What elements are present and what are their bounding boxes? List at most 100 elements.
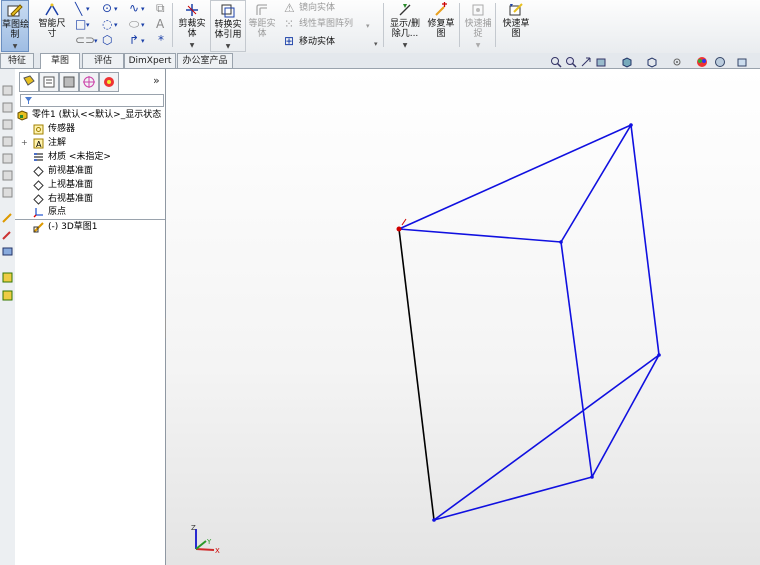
chevron-down-icon[interactable]: ▼ (2, 42, 28, 52)
line-icon[interactable]: ╲ (75, 3, 82, 15)
chevron-down-icon[interactable]: ▼ (176, 41, 208, 51)
sketch-line[interactable] (560, 241, 593, 478)
sketch-button[interactable]: 草图绘 制 ▼ (1, 0, 29, 52)
sketch-point[interactable] (629, 123, 633, 127)
dimxpert-manager-tab[interactable] (79, 72, 99, 92)
trim-entities-button[interactable]: 剪裁实 体 ▼ (176, 0, 208, 50)
ellipse-icon[interactable]: ⬭ (129, 18, 139, 30)
chevron-down-icon[interactable]: ▾ (114, 19, 118, 31)
move-entities-item[interactable]: 移动实体 (299, 37, 335, 48)
tree-item-right-plane[interactable]: 右视基准面 (48, 193, 93, 205)
point-icon[interactable]: * (158, 34, 164, 46)
display-manager-tab[interactable] (99, 72, 119, 92)
convert-entities-button[interactable]: 转换实 体引用 ▼ (210, 0, 246, 52)
tree-item-top-plane[interactable]: 上视基准面 (48, 179, 93, 191)
appearance-icon[interactable] (696, 56, 708, 68)
sketch-line[interactable] (591, 354, 660, 478)
chevron-down-icon[interactable]: ▾ (94, 35, 98, 47)
display-delete-relations-button[interactable]: 显示/删 除几... ▼ (386, 0, 424, 50)
tree-item-part[interactable]: 零件1 (默认<<默认>_显示状态 (32, 109, 161, 121)
plane-icon[interactable]: ⧉ (156, 2, 165, 14)
mirror-entities-item[interactable]: 镜向实体 (299, 3, 335, 14)
chevron-down-icon[interactable]: ▼ (211, 42, 245, 52)
edit-sketch-icon[interactable] (2, 212, 13, 223)
chevron-down-icon[interactable]: ▾ (374, 38, 378, 50)
rapid-sketch-button[interactable]: 快速草 图 (499, 0, 533, 50)
chevron-down-icon[interactable]: ▾ (141, 19, 145, 31)
block-icon[interactable] (2, 272, 13, 283)
section-view-icon[interactable] (595, 56, 607, 68)
sketch-tool-icon[interactable] (2, 170, 13, 181)
sketch-point[interactable] (590, 475, 594, 479)
circle-icon[interactable]: ⊙ (102, 2, 112, 14)
previous-view-icon[interactable] (580, 56, 592, 68)
tab-evaluate[interactable]: 评估 (82, 53, 124, 68)
smart-dimension-button[interactable]: 智能尺 寸 (35, 0, 69, 50)
sketch-point[interactable] (559, 240, 563, 244)
tree-item-origin[interactable]: 原点 (48, 206, 66, 218)
sketch-line[interactable] (630, 124, 660, 356)
repair-sketch-button[interactable]: 修复草 图 (425, 0, 457, 50)
fillet-icon[interactable]: ↱ (129, 34, 139, 46)
offset-entities-button[interactable]: 等距实 体 (246, 0, 278, 50)
linear-pattern-item[interactable]: 线性草图阵列 (299, 19, 353, 30)
zoom-to-fit-icon[interactable] (550, 56, 562, 68)
sketch-tool-icon[interactable] (2, 187, 13, 198)
polygon-icon[interactable]: ⬡ (102, 34, 112, 46)
arc-icon[interactable]: ◌ (102, 18, 112, 30)
sketch-tool-icon[interactable] (2, 102, 13, 113)
chevron-down-icon[interactable]: ▾ (86, 3, 90, 15)
zoom-area-icon[interactable] (565, 56, 577, 68)
view-orientation-icon[interactable] (621, 56, 633, 68)
tree-item-material[interactable]: 材质 <未指定> (48, 151, 111, 163)
property-manager-tab[interactable] (39, 72, 59, 92)
tab-office-products[interactable]: 办公室产品 (177, 53, 233, 68)
sketch-tool-icon[interactable] (2, 85, 13, 96)
repair-tool-icon[interactable] (2, 229, 13, 240)
sketch-line[interactable] (433, 476, 593, 521)
sketch-line[interactable] (398, 228, 562, 243)
chevron-down-icon[interactable]: ▾ (114, 3, 118, 15)
feature-manager-tab[interactable] (19, 72, 39, 92)
tab-dimxpert[interactable]: DimXpert (124, 53, 176, 68)
rollback-bar[interactable] (15, 219, 165, 220)
sketch-endpoint-origin[interactable] (396, 226, 402, 232)
sketch-tool-icon[interactable] (2, 136, 13, 147)
sketch-point[interactable] (657, 353, 661, 357)
tab-sketch[interactable]: 草图 (40, 53, 80, 69)
quick-snaps-button[interactable]: 快速捕 捉 ▼ (462, 0, 494, 50)
view-settings-icon[interactable] (736, 56, 748, 68)
block-icon[interactable] (2, 290, 13, 301)
display-style-icon[interactable] (646, 56, 658, 68)
chevron-down-icon[interactable]: ▾ (141, 35, 145, 47)
sketch-line[interactable] (433, 354, 660, 521)
chevron-down-icon[interactable]: ▼ (386, 41, 424, 51)
sketch-tool-icon[interactable] (2, 153, 13, 164)
tree-filter-input[interactable] (20, 94, 164, 107)
tree-item-3d-sketch[interactable]: (-) 3D草图1 (48, 221, 98, 233)
configuration-manager-tab[interactable] (59, 72, 79, 92)
spline-icon[interactable]: ∿ (129, 2, 139, 14)
chevron-down-icon[interactable]: ▼ (462, 41, 494, 51)
expand-icon[interactable]: + (21, 137, 28, 149)
tree-item-sensors[interactable]: 传感器 (48, 123, 75, 135)
tab-features[interactable]: 特征 (0, 53, 34, 68)
relations-tool-icon[interactable] (2, 246, 13, 257)
graphics-area[interactable]: Z X Y (166, 69, 760, 565)
scene-icon[interactable] (714, 56, 726, 68)
chevron-down-icon[interactable]: ▾ (366, 20, 370, 32)
tree-item-front-plane[interactable]: 前视基准面 (48, 165, 93, 177)
tree-item-annotations[interactable]: 注解 (48, 137, 66, 149)
chevron-down-icon[interactable]: ▾ (86, 19, 90, 31)
rectangle-icon[interactable]: □ (75, 18, 86, 30)
sketch-canvas[interactable]: Z X Y (166, 69, 760, 565)
slot-icon[interactable]: ⊂⊃ (75, 34, 95, 46)
sketch-line[interactable] (398, 124, 632, 230)
text-icon[interactable]: A (156, 18, 164, 30)
expand-panel-button[interactable]: » (153, 74, 160, 87)
selected-sketch-line[interactable] (398, 228, 435, 521)
sketch-line[interactable] (560, 124, 632, 243)
hide-show-items-icon[interactable] (671, 56, 683, 68)
sketch-tool-icon[interactable] (2, 119, 13, 130)
chevron-down-icon[interactable]: ▾ (141, 3, 145, 15)
